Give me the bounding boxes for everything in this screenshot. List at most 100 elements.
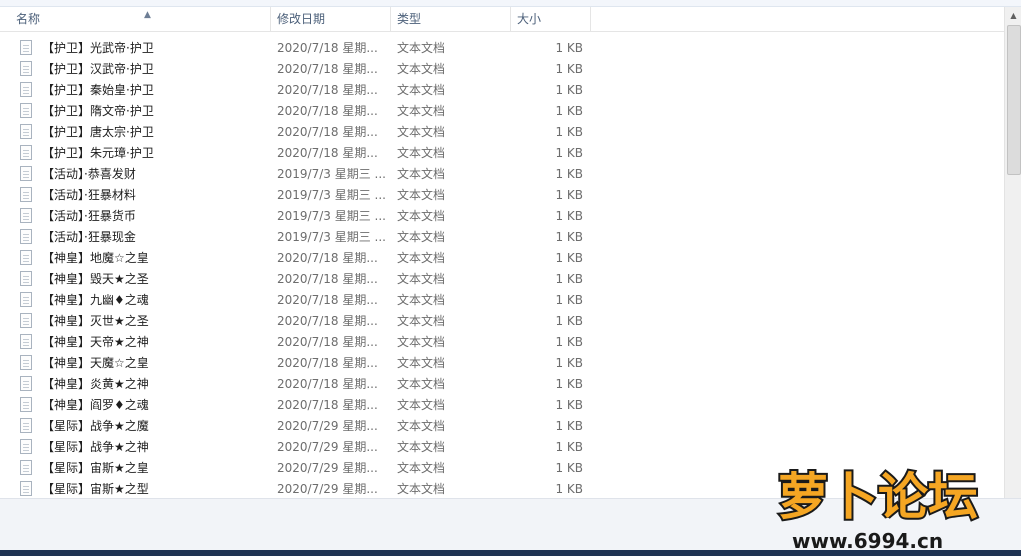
file-row[interactable]: 【活动】·狂暴材料 2019/7/3 星期三 ... 文本文档 1 KB bbox=[0, 185, 1004, 206]
column-header-bar: 名称 ▲ 修改日期 类型 大小 bbox=[0, 7, 1004, 32]
text-file-icon bbox=[20, 250, 32, 265]
file-size: 1 KB bbox=[555, 419, 583, 433]
scrollbar-thumb[interactable] bbox=[1007, 25, 1021, 175]
file-row[interactable]: 【星际】战争★之魔 2020/7/29 星期... 文本文档 1 KB bbox=[0, 416, 1004, 437]
file-date: 2020/7/18 星期... bbox=[277, 293, 378, 307]
file-type: 文本文档 bbox=[397, 251, 446, 265]
file-size: 1 KB bbox=[555, 377, 583, 391]
file-size: 1 KB bbox=[555, 62, 583, 76]
file-size: 1 KB bbox=[555, 482, 583, 496]
file-size: 1 KB bbox=[555, 293, 583, 307]
file-row[interactable]: 【护卫】唐太宗·护卫 2020/7/18 星期... 文本文档 1 KB bbox=[0, 122, 1004, 143]
column-header-type[interactable]: 类型 bbox=[391, 7, 511, 31]
file-date: 2020/7/29 星期... bbox=[277, 419, 378, 433]
file-type: 文本文档 bbox=[397, 209, 446, 223]
file-date: 2020/7/18 星期... bbox=[277, 83, 378, 97]
text-file-icon bbox=[20, 439, 32, 454]
file-name: 【护卫】隋文帝·护卫 bbox=[42, 104, 154, 118]
file-date: 2020/7/18 星期... bbox=[277, 104, 378, 118]
file-type: 文本文档 bbox=[397, 272, 446, 286]
text-file-icon bbox=[20, 271, 32, 286]
text-file-icon bbox=[20, 418, 32, 433]
sort-ascending-icon: ▲ bbox=[144, 10, 151, 20]
file-row[interactable]: 【护卫】秦始皇·护卫 2020/7/18 星期... 文本文档 1 KB bbox=[0, 80, 1004, 101]
file-name: 【星际】战争★之神 bbox=[42, 440, 149, 454]
file-date: 2019/7/3 星期三 ... bbox=[277, 230, 386, 244]
file-date: 2020/7/18 星期... bbox=[277, 314, 378, 328]
text-file-icon bbox=[20, 61, 32, 76]
file-date: 2020/7/18 星期... bbox=[277, 125, 378, 139]
file-type: 文本文档 bbox=[397, 356, 446, 370]
column-date-label: 修改日期 bbox=[277, 12, 326, 26]
file-row[interactable]: 【神皇】天魔☆之皇 2020/7/18 星期... 文本文档 1 KB bbox=[0, 353, 1004, 374]
text-file-icon bbox=[20, 460, 32, 475]
file-name: 【神皇】灭世★之圣 bbox=[42, 314, 149, 328]
file-row[interactable]: 【神皇】阎罗♦之魂 2020/7/18 星期... 文本文档 1 KB bbox=[0, 395, 1004, 416]
file-row[interactable]: 【护卫】隋文帝·护卫 2020/7/18 星期... 文本文档 1 KB bbox=[0, 101, 1004, 122]
text-file-icon bbox=[20, 334, 32, 349]
file-row[interactable]: 【神皇】九幽♦之魂 2020/7/18 星期... 文本文档 1 KB bbox=[0, 290, 1004, 311]
file-row[interactable]: 【神皇】天帝★之神 2020/7/18 星期... 文本文档 1 KB bbox=[0, 332, 1004, 353]
column-size-label: 大小 bbox=[517, 12, 542, 26]
file-size: 1 KB bbox=[555, 83, 583, 97]
vertical-scrollbar[interactable]: ▲ bbox=[1004, 7, 1021, 498]
column-header-name[interactable]: 名称 ▲ bbox=[10, 7, 271, 31]
text-file-icon bbox=[20, 103, 32, 118]
file-name: 【护卫】汉武帝·护卫 bbox=[42, 62, 154, 76]
file-row[interactable]: 【活动】·狂暴货币 2019/7/3 星期三 ... 文本文档 1 KB bbox=[0, 206, 1004, 227]
file-row[interactable]: 【神皇】毁天★之圣 2020/7/18 星期... 文本文档 1 KB bbox=[0, 269, 1004, 290]
file-name: 【神皇】毁天★之圣 bbox=[42, 272, 149, 286]
file-type: 文本文档 bbox=[397, 125, 446, 139]
file-type: 文本文档 bbox=[397, 167, 446, 181]
text-file-icon bbox=[20, 481, 32, 496]
file-size: 1 KB bbox=[555, 125, 583, 139]
file-type: 文本文档 bbox=[397, 314, 446, 328]
file-type: 文本文档 bbox=[397, 293, 446, 307]
file-row[interactable]: 【神皇】地魔☆之皇 2020/7/18 星期... 文本文档 1 KB bbox=[0, 248, 1004, 269]
file-row[interactable]: 【活动】·狂暴现金 2019/7/3 星期三 ... 文本文档 1 KB bbox=[0, 227, 1004, 248]
text-file-icon bbox=[20, 292, 32, 307]
file-size: 1 KB bbox=[555, 356, 583, 370]
file-name: 【星际】宙斯★之型 bbox=[42, 482, 149, 496]
file-type: 文本文档 bbox=[397, 440, 446, 454]
file-type: 文本文档 bbox=[397, 41, 446, 55]
window-top-edge bbox=[0, 0, 1021, 7]
file-type: 文本文档 bbox=[397, 230, 446, 244]
watermark-url: www.6994.cn bbox=[792, 529, 943, 552]
text-file-icon bbox=[20, 229, 32, 244]
text-file-icon bbox=[20, 208, 32, 223]
file-row[interactable]: 【护卫】光武帝·护卫 2020/7/18 星期... 文本文档 1 KB bbox=[0, 38, 1004, 59]
file-size: 1 KB bbox=[555, 314, 583, 328]
watermark-logo: 萝卜论坛 www.6994.cn bbox=[776, 466, 980, 552]
file-name: 【神皇】天魔☆之皇 bbox=[42, 356, 149, 370]
file-size: 1 KB bbox=[555, 188, 583, 202]
file-row[interactable]: 【活动】·恭喜发财 2019/7/3 星期三 ... 文本文档 1 KB bbox=[0, 164, 1004, 185]
file-type: 文本文档 bbox=[397, 188, 446, 202]
column-name-label: 名称 bbox=[16, 12, 41, 26]
file-type: 文本文档 bbox=[397, 377, 446, 391]
file-list: 【护卫】光武帝·护卫 2020/7/18 星期... 文本文档 1 KB 【护卫】汉武帝… bbox=[0, 38, 1004, 500]
file-type: 文本文档 bbox=[397, 146, 446, 160]
file-size: 1 KB bbox=[555, 104, 583, 118]
watermark-title: 萝卜论坛 bbox=[778, 468, 978, 526]
file-date: 2020/7/18 星期... bbox=[277, 62, 378, 76]
file-name: 【护卫】唐太宗·护卫 bbox=[42, 125, 154, 139]
text-file-icon bbox=[20, 397, 32, 412]
text-file-icon bbox=[20, 313, 32, 328]
column-header-date[interactable]: 修改日期 bbox=[271, 7, 391, 31]
file-row[interactable]: 【护卫】朱元璋·护卫 2020/7/18 星期... 文本文档 1 KB bbox=[0, 143, 1004, 164]
file-size: 1 KB bbox=[555, 146, 583, 160]
column-header-size[interactable]: 大小 bbox=[511, 7, 591, 31]
scroll-up-icon[interactable]: ▲ bbox=[1005, 7, 1021, 24]
file-name: 【活动】·狂暴货币 bbox=[42, 209, 136, 223]
file-row[interactable]: 【神皇】炎黄★之神 2020/7/18 星期... 文本文档 1 KB bbox=[0, 374, 1004, 395]
file-row[interactable]: 【神皇】灭世★之圣 2020/7/18 星期... 文本文档 1 KB bbox=[0, 311, 1004, 332]
text-file-icon bbox=[20, 82, 32, 97]
file-date: 2019/7/3 星期三 ... bbox=[277, 167, 386, 181]
file-name: 【神皇】炎黄★之神 bbox=[42, 377, 149, 391]
file-row[interactable]: 【护卫】汉武帝·护卫 2020/7/18 星期... 文本文档 1 KB bbox=[0, 59, 1004, 80]
file-date: 2019/7/3 星期三 ... bbox=[277, 188, 386, 202]
file-date: 2020/7/18 星期... bbox=[277, 41, 378, 55]
text-file-icon bbox=[20, 124, 32, 139]
file-date: 2020/7/29 星期... bbox=[277, 482, 378, 496]
